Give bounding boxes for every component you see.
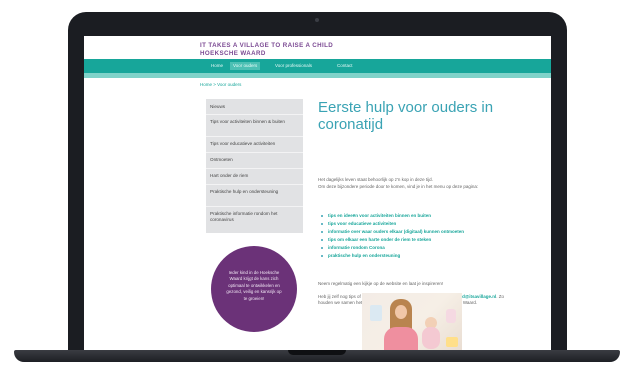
sidebar-divider (206, 168, 303, 169)
nav-divider (84, 73, 551, 78)
intro-line1: Het dagelijks leven staat behoorlijk op … (318, 177, 433, 182)
photo-shape (422, 327, 440, 349)
breadcrumb[interactable]: Home > Voor ouders (200, 82, 241, 87)
nav-item-contact[interactable]: Contact (334, 62, 356, 70)
sidebar-item-educatief[interactable]: Tips voor educatieve activiteiten (210, 141, 298, 147)
photo-shape (446, 337, 458, 347)
sidebar-divider (206, 136, 303, 137)
sidebar: Nieuws Tips voor activiteiten binnen & b… (206, 99, 303, 233)
list-item[interactable]: informatie rondom Corona (318, 244, 518, 252)
photo-shape (370, 305, 382, 321)
photo-shape (446, 309, 456, 323)
inspire-text: Neem regelmatig een kijkje op de website… (318, 281, 444, 286)
laptop-notch (288, 350, 346, 355)
sidebar-item-corona-info[interactable]: Praktische informatie rondom het coronav… (210, 211, 298, 223)
site-title-line2: HOEKSCHE WAARD (200, 49, 266, 57)
sidebar-item-ontmoeten[interactable]: Ontmoeten (210, 157, 298, 163)
list-item[interactable]: tips voor educatieve activiteiten (318, 220, 518, 228)
sidebar-divider (206, 206, 303, 207)
parent-child-photo (362, 293, 462, 352)
nav-item-voor-professionals[interactable]: Voor professionals (272, 62, 315, 70)
photo-shape (395, 305, 407, 319)
site-title[interactable]: IT TAKES A VILLAGE TO RAISE A CHILD HOEK… (200, 42, 420, 57)
list-item[interactable]: tips om elkaar een harte onder de riem t… (318, 236, 518, 244)
sidebar-item-activiteiten[interactable]: Tips voor activiteiten binnen & buiten (210, 119, 298, 125)
intro-line2: Om deze bijzondere periode door te komen… (318, 184, 479, 189)
site-title-line1: IT TAKES A VILLAGE TO RAISE A CHILD (200, 42, 334, 49)
mission-circle: Ieder kind in de Hoeksche Waard krijgt d… (211, 246, 297, 332)
list-item[interactable]: praktische hulp en ondersteuning (318, 252, 518, 260)
sidebar-divider (206, 152, 303, 153)
laptop-base (14, 350, 620, 362)
sidebar-item-nieuws[interactable]: Nieuws (210, 104, 298, 110)
sidebar-item-praktische-hulp[interactable]: Praktische hulp en ondersteuning (210, 189, 298, 195)
sidebar-item-hart[interactable]: Hart onder de riem (210, 173, 298, 179)
sidebar-divider (206, 114, 303, 115)
camera-icon (315, 18, 319, 22)
list-item[interactable]: informatie over waar ouders elkaar (digi… (318, 228, 518, 236)
browser-screen: IT TAKES A VILLAGE TO RAISE A CHILD HOEK… (84, 36, 551, 352)
nav-item-voor-ouders[interactable]: Voor ouders (230, 62, 261, 70)
main-nav: Home Voor ouders Voor professionals Cont… (84, 59, 551, 73)
page-title: Eerste hulp voor ouders in coronatijd (318, 99, 494, 133)
sidebar-divider (206, 184, 303, 185)
topic-list: tips en ideeën voor activiteiten binnen … (318, 212, 518, 260)
mission-text: Ieder kind in de Hoeksche Waard krijgt d… (226, 270, 282, 301)
nav-item-home[interactable]: Home (208, 62, 226, 70)
list-item[interactable]: tips en ideeën voor activiteiten binnen … (318, 212, 518, 220)
photo-shape (384, 327, 418, 352)
